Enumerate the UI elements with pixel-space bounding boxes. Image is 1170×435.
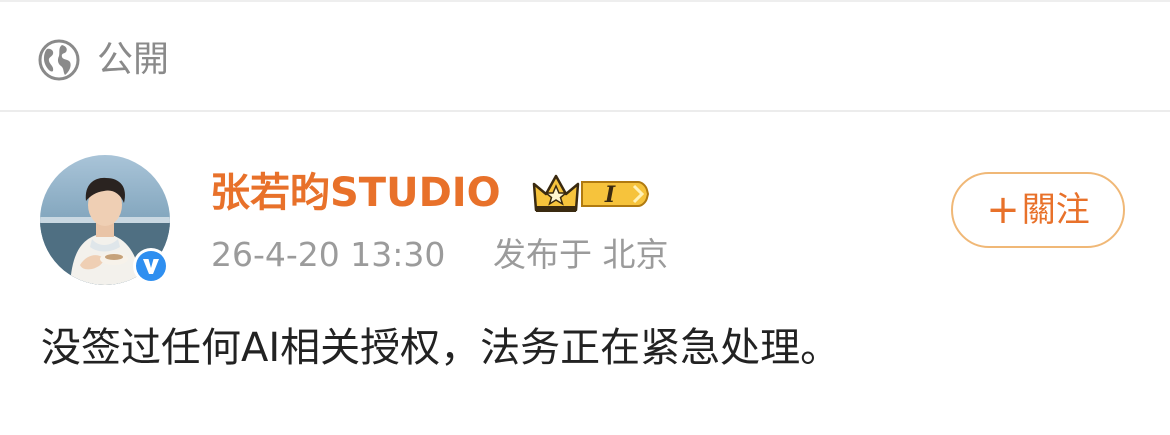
visibility-label: 公開 (97, 39, 170, 80)
verified-v-icon (133, 248, 169, 284)
post-text: 没签过任何AI相关授权，法务正在紧急处理。 (41, 325, 841, 371)
weibo-post: 公開 张若昀STUDIO I 26-4-20 13:30 发布于 北京 + 關注… (0, 0, 1170, 435)
author-name[interactable]: 张若昀STUDIO (210, 168, 501, 218)
follow-button[interactable]: + 關注 (951, 172, 1125, 248)
follow-label: 關注 (1021, 190, 1090, 230)
avatar[interactable] (40, 155, 170, 285)
post-timestamp: 26-4-20 13:30 (211, 235, 446, 274)
plus-icon: + (986, 187, 1020, 233)
crown-icon[interactable]: I (530, 170, 650, 218)
badge-level-text: I (604, 182, 616, 208)
visibility-bar[interactable]: 公開 (0, 2, 1170, 112)
post-source: 发布于 北京 (493, 235, 669, 274)
globe-icon (38, 39, 80, 81)
